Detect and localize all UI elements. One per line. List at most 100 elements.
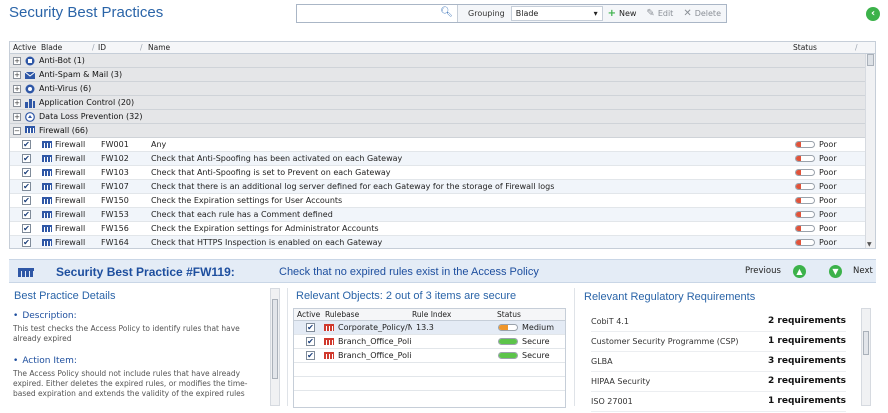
firewall-icon [42, 141, 52, 150]
col-name[interactable]: Name [148, 43, 170, 52]
scroll-thumb[interactable] [272, 299, 278, 379]
row-name: Check that there is an additional log se… [151, 182, 555, 191]
search-box: 🔍︎ [297, 5, 458, 22]
active-checkbox[interactable]: ✔ [22, 182, 31, 191]
scroll-thumb[interactable] [863, 331, 869, 355]
col-id[interactable]: ID [98, 43, 106, 52]
regulation-name: GLBA [591, 357, 613, 366]
group-label: Firewall (66) [39, 126, 89, 135]
list-item[interactable]: GLBA 3 requirements [591, 352, 846, 372]
regulation-count: 1 requirements [768, 336, 846, 346]
regulatory-scrollbar[interactable] [861, 308, 871, 406]
close-icon: ✕ [683, 8, 692, 19]
next-label[interactable]: Next [853, 266, 873, 276]
active-checkbox[interactable]: ✔ [22, 224, 31, 233]
best-practice-details-title: Best Practice Details [14, 290, 116, 302]
scroll-down-icon[interactable]: ▼ [867, 241, 872, 248]
col-active[interactable]: Active [297, 310, 320, 319]
group-row-application-control[interactable]: + Application Control (20) [10, 96, 875, 110]
list-item[interactable]: Customer Security Programme (CSP) 1 requ… [591, 332, 846, 352]
row-status: Poor [819, 154, 837, 163]
description-text: This test checks the Access Policy to id… [13, 324, 240, 343]
list-item[interactable]: ISO 27001 1 requirements [591, 392, 846, 412]
object-rulebase: Branch_Office_Policy [338, 337, 412, 346]
table-row[interactable]: ✔ Firewall FW001 Any Poor [10, 138, 875, 152]
expand-icon[interactable]: + [13, 99, 21, 107]
status-bar [795, 225, 815, 232]
active-checkbox[interactable]: ✔ [22, 196, 31, 205]
group-row-anti-bot[interactable]: + Anti-Bot (1) [10, 54, 875, 68]
active-checkbox[interactable]: ✔ [22, 140, 31, 149]
dlp-icon [25, 112, 35, 122]
table-row[interactable]: ✔ Firewall FW150 Check the Expiration se… [10, 194, 875, 208]
previous-label[interactable]: Previous [745, 266, 781, 276]
grouping-select[interactable]: Blade ▾ [510, 6, 603, 21]
next-button-icon[interactable]: ▼ [829, 265, 842, 278]
list-item[interactable]: HIPAA Security 2 requirements [591, 372, 846, 392]
object-row[interactable]: ✔ Branch_Office_Policy Secure [294, 335, 565, 349]
row-id: FW107 [101, 182, 129, 191]
table-row[interactable]: ✔ Firewall FW102 Check that Anti-Spoofin… [10, 152, 875, 166]
active-checkbox[interactable]: ✔ [22, 168, 31, 177]
active-checkbox[interactable]: ✔ [22, 238, 31, 247]
group-row-anti-virus[interactable]: + Anti-Virus (6) [10, 82, 875, 96]
grouping-label: Grouping [468, 9, 505, 18]
empty-row [294, 377, 565, 391]
relevant-objects-table: Active Rulebase Rule Index Status ✔ Corp… [293, 308, 566, 408]
col-status[interactable]: Status [793, 43, 817, 52]
table-row[interactable]: ✔ Firewall FW156 Check the Expiration se… [10, 222, 875, 236]
previous-button-icon[interactable]: ▲ [793, 265, 806, 278]
col-status[interactable]: Status [497, 310, 521, 319]
active-checkbox[interactable]: ✔ [306, 337, 315, 346]
row-status: Poor [819, 168, 837, 177]
group-row-dlp[interactable]: + Data Loss Prevention (32) [10, 110, 875, 124]
object-row[interactable]: ✔ Branch_Office_Policy Secure [294, 349, 565, 363]
details-scrollbar[interactable] [270, 288, 280, 406]
row-blade: Firewall [55, 182, 86, 191]
row-status: Poor [819, 224, 837, 233]
group-row-anti-spam[interactable]: + Anti-Spam & Mail (3) [10, 68, 875, 82]
expand-icon[interactable]: + [13, 71, 21, 79]
grid-scrollbar[interactable]: ▼ [865, 54, 875, 248]
group-row-firewall[interactable]: − Firewall (66) [10, 124, 875, 138]
pencil-icon: ✎ [646, 8, 655, 19]
expand-icon[interactable]: + [13, 113, 21, 121]
col-active[interactable]: Active [13, 43, 36, 52]
row-blade: Firewall [55, 154, 86, 163]
search-icon[interactable]: 🔍︎ [440, 7, 453, 18]
regulation-name: HIPAA Security [591, 377, 651, 386]
detail-banner: Security Best Practice #FW119: Check tha… [9, 259, 876, 283]
col-blade[interactable]: Blade [41, 43, 62, 52]
active-checkbox[interactable]: ✔ [22, 154, 31, 163]
col-blade-label: Blade [41, 43, 63, 52]
chevron-down-icon: ▾ [593, 9, 598, 18]
expand-icon[interactable]: + [13, 57, 21, 65]
active-checkbox[interactable]: ✔ [306, 351, 315, 360]
status-bar [795, 183, 815, 190]
object-row[interactable]: ✔ Corporate_Policy/Net 13.3 Medium [294, 321, 565, 335]
delete-button[interactable]: ✕ Delete [678, 8, 726, 19]
group-label: Application Control (20) [39, 98, 135, 107]
scroll-thumb[interactable] [867, 54, 874, 66]
expand-icon[interactable]: + [13, 85, 21, 93]
list-item[interactable]: CobiT 4.1 2 requirements [591, 312, 846, 332]
object-rule-index: 13.3 [416, 323, 434, 332]
search-input[interactable] [297, 5, 457, 20]
row-id: FW001 [101, 140, 129, 149]
back-icon[interactable]: ‹ [866, 7, 880, 21]
status-bar [498, 338, 518, 345]
divider [574, 288, 575, 406]
col-rule-index[interactable]: Rule Index [412, 310, 451, 319]
new-button[interactable]: + New [603, 8, 642, 19]
rulebase-icon [324, 324, 334, 331]
table-row[interactable]: ✔ Firewall FW103 Check that Anti-Spoofin… [10, 166, 875, 180]
edit-button[interactable]: ✎ Edit [641, 8, 678, 19]
table-row[interactable]: ✔ Firewall FW164 Check that HTTPS Inspec… [10, 236, 875, 248]
active-checkbox[interactable]: ✔ [306, 323, 315, 332]
col-rulebase[interactable]: Rulebase [325, 310, 359, 319]
table-row[interactable]: ✔ Firewall FW107 Check that there is an … [10, 180, 875, 194]
active-checkbox[interactable]: ✔ [22, 210, 31, 219]
collapse-icon[interactable]: − [13, 127, 21, 135]
row-id: FW103 [101, 168, 129, 177]
table-row[interactable]: ✔ Firewall FW153 Check that each rule ha… [10, 208, 875, 222]
